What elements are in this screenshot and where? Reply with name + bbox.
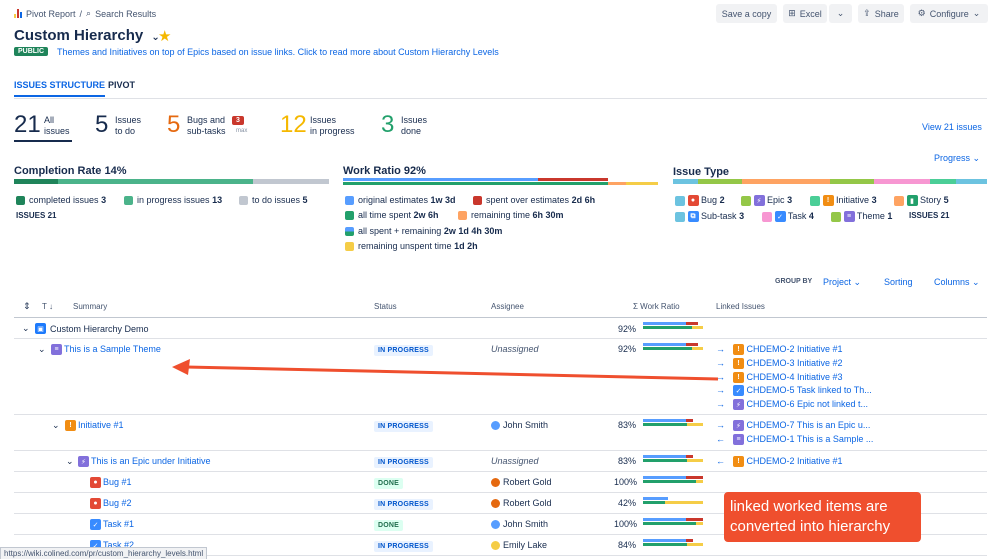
status-url: https://wiki.colined.com/pr/custom_hiera… [0, 547, 208, 559]
annotation-arrow [172, 359, 719, 381]
annotation-callout: linked worked items are converted into h… [724, 492, 921, 542]
